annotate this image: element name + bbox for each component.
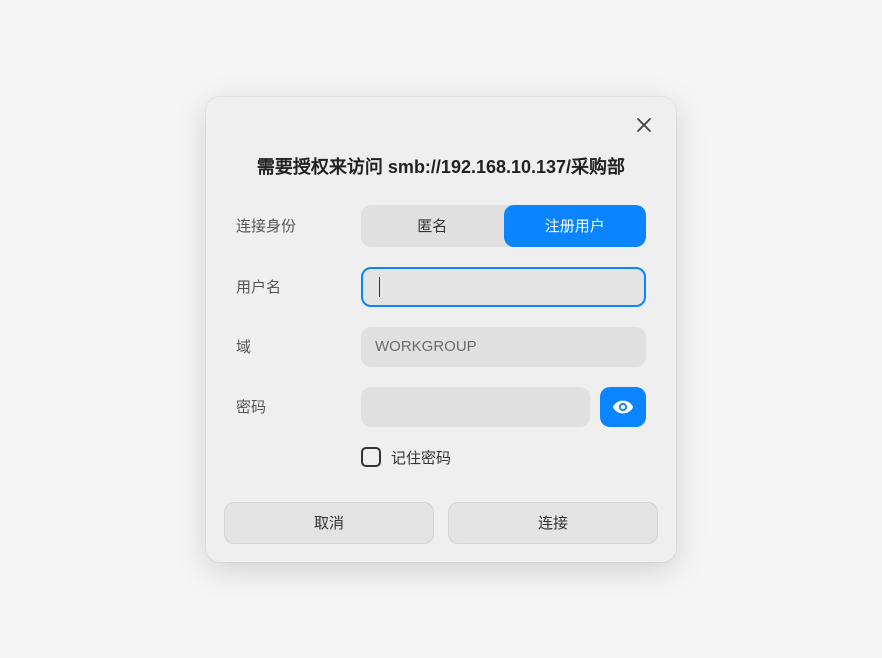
username-input[interactable] <box>361 267 646 307</box>
password-input[interactable] <box>361 387 590 427</box>
domain-input[interactable]: WORKGROUP <box>361 327 646 367</box>
domain-row: 域 WORKGROUP <box>236 327 646 367</box>
username-label: 用户名 <box>236 276 361 297</box>
remember-row: 记住密码 <box>361 447 646 468</box>
dialog-title: 需要授权来访问 smb://192.168.10.137/采购部 <box>206 135 676 205</box>
password-label: 密码 <box>236 396 361 417</box>
username-row: 用户名 <box>236 267 646 307</box>
identity-label: 连接身份 <box>236 215 361 236</box>
toggle-password-visibility-button[interactable] <box>600 387 646 427</box>
dialog-button-row: 取消 连接 <box>206 492 676 562</box>
close-button[interactable] <box>634 115 654 135</box>
eye-icon <box>612 396 634 418</box>
identity-segmented: 匿名 注册用户 <box>361 205 646 247</box>
cancel-button[interactable]: 取消 <box>224 502 434 544</box>
remember-label: 记住密码 <box>391 447 451 468</box>
text-caret <box>379 277 380 297</box>
identity-anonymous-option[interactable]: 匿名 <box>361 205 504 247</box>
close-icon <box>636 117 652 133</box>
domain-label: 域 <box>236 336 361 357</box>
connect-button[interactable]: 连接 <box>448 502 658 544</box>
auth-form: 连接身份 匿名 注册用户 用户名 域 WORKGROUP <box>206 205 676 492</box>
titlebar <box>206 97 676 135</box>
auth-dialog: 需要授权来访问 smb://192.168.10.137/采购部 连接身份 匿名… <box>206 97 676 562</box>
identity-registered-option[interactable]: 注册用户 <box>504 205 647 247</box>
password-row: 密码 <box>236 387 646 427</box>
identity-row: 连接身份 匿名 注册用户 <box>236 205 646 247</box>
remember-checkbox[interactable] <box>361 447 381 467</box>
